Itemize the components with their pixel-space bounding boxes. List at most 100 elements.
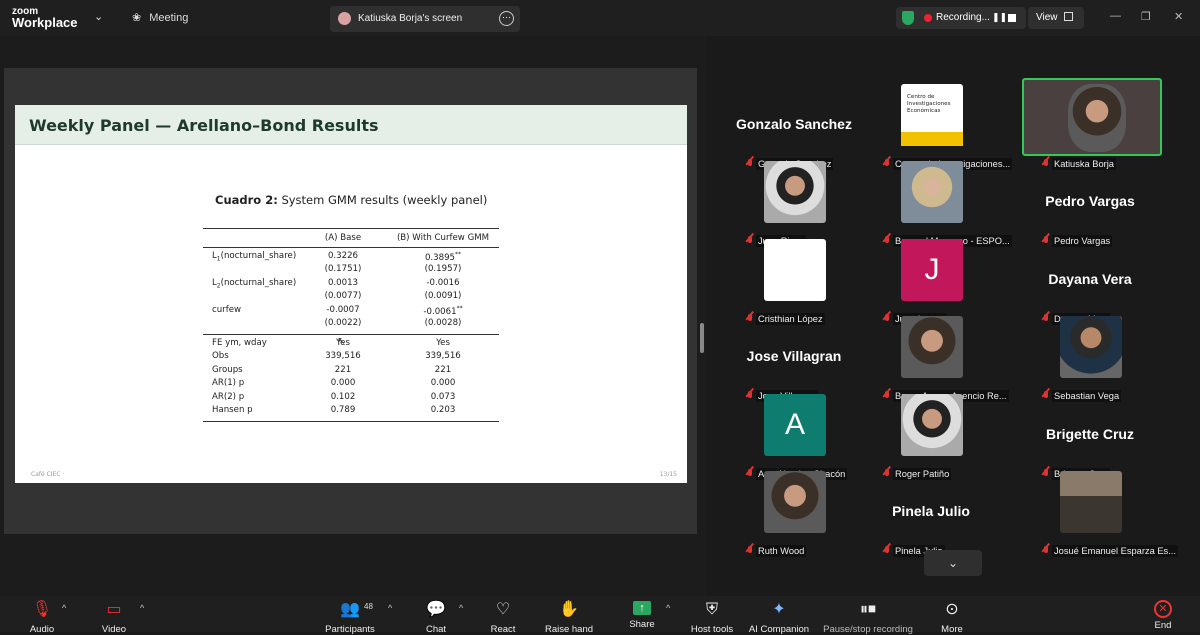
minimize-icon[interactable]: — bbox=[1110, 10, 1121, 22]
participant-tile[interactable]: Centro de Investigaciones EconómicasCent… bbox=[863, 84, 1013, 171]
video-options-caret-icon[interactable]: ^ bbox=[140, 603, 144, 613]
end-button[interactable]: ✕ End bbox=[1148, 596, 1178, 632]
video-button[interactable]: ▭ Video bbox=[94, 596, 134, 635]
participant-tile[interactable]: Bruno Aarom Asencio Re... bbox=[863, 316, 1009, 403]
mic-muted-icon bbox=[746, 314, 755, 325]
table-row: FE ym, wday Yes Yes bbox=[203, 337, 499, 351]
table-cell: 221 bbox=[434, 364, 452, 375]
table-cell: AR(2) p bbox=[212, 391, 245, 402]
participant-tile[interactable]: Juan Rizzo bbox=[726, 161, 862, 248]
share-button[interactable]: ↑ Share bbox=[624, 596, 660, 632]
table-cell: 0.000 bbox=[430, 378, 456, 388]
participant-video bbox=[764, 471, 826, 533]
participant-tile[interactable]: Katiuska Borja bbox=[1022, 78, 1162, 171]
table-cell: 339,516 bbox=[325, 351, 361, 361]
pause-stop-recording-button[interactable]: ⏸⏹ Pause/stop recording bbox=[820, 596, 916, 635]
logo-bar bbox=[901, 132, 963, 146]
video-label: Video bbox=[101, 624, 127, 635]
participant-tile[interactable]: Roger Patiño bbox=[863, 394, 999, 481]
chevron-down-icon[interactable]: ⌄ bbox=[94, 10, 103, 23]
chat-icon: 💬 bbox=[426, 601, 446, 618]
participant-tile[interactable]: Cristhian López bbox=[726, 239, 862, 326]
slide-header: Weekly Panel — Arellano–Bond Results bbox=[15, 105, 687, 145]
table-cell: -0.0007 bbox=[326, 304, 360, 315]
restore-icon[interactable]: ❐ bbox=[1141, 10, 1151, 23]
participant-tile[interactable]: JJuan Larrea bbox=[863, 239, 999, 326]
slide-footer-left: Café CIEC · bbox=[31, 471, 65, 478]
participant-count: 48 bbox=[364, 602, 373, 611]
share-screen-tab[interactable]: Katiuska Borja's screen ··· bbox=[330, 6, 520, 32]
share-arrow-icon: ↑ bbox=[633, 601, 651, 615]
participants-label: Participants bbox=[325, 624, 375, 635]
shield-icon bbox=[902, 11, 914, 25]
view-button[interactable]: View bbox=[1028, 7, 1084, 29]
mouse-cursor-icon: ↖ bbox=[337, 336, 346, 347]
table-cell: (0.1957) bbox=[424, 264, 462, 274]
table-cell: 339,516 bbox=[425, 351, 461, 361]
participant-tile[interactable]: Pedro Vargas Pedro Vargas bbox=[1022, 171, 1158, 248]
table-cell: (0.0091) bbox=[424, 291, 462, 301]
table-header-row: (A) Base (B) With Curfew GMM bbox=[203, 232, 499, 246]
ai-companion-button[interactable]: ✦ AI Companion bbox=[746, 596, 812, 635]
participant-tile[interactable]: Brigette CruzBrigette Cruz bbox=[1022, 404, 1158, 481]
host-tools-button[interactable]: ⛨ Host tools bbox=[686, 596, 738, 635]
audio-options-caret-icon[interactable]: ^ bbox=[62, 603, 66, 613]
stop-icon[interactable] bbox=[1008, 14, 1016, 22]
participant-tile[interactable]: Pinela Julio Pinela Julio bbox=[863, 481, 999, 558]
gallery-next-page-button[interactable]: ⌄ bbox=[924, 550, 982, 576]
more-options-icon[interactable]: ··· bbox=[499, 11, 514, 26]
table-row: L1(nocturnal_share) 0.3226 0.3895** bbox=[203, 250, 499, 264]
participant-video bbox=[901, 316, 963, 378]
caption-text: System GMM results (weekly panel) bbox=[281, 193, 488, 207]
chat-caret-icon[interactable]: ^ bbox=[459, 603, 463, 613]
pause-icon[interactable]: ❚❚ bbox=[992, 12, 1007, 23]
participant-display-name: Pedro Vargas bbox=[1045, 193, 1135, 209]
mic-muted-icon bbox=[1042, 469, 1051, 480]
participant-name-label: Sebastian Vega bbox=[1052, 390, 1122, 402]
table-cell: (0.0028) bbox=[424, 318, 462, 328]
react-button[interactable]: ♡ React bbox=[484, 596, 522, 635]
recording-indicator[interactable]: Recording... ❚❚ bbox=[896, 7, 1026, 29]
mic-muted-icon bbox=[1042, 314, 1051, 325]
meeting-menu[interactable]: ❀ Meeting bbox=[132, 11, 188, 24]
slide-title: Weekly Panel — Arellano–Bond Results bbox=[29, 116, 379, 135]
participant-tile[interactable]: Josué Emanuel Esparza Es... bbox=[1022, 471, 1178, 558]
participant-video bbox=[1060, 316, 1122, 378]
ciec-logo: Centro de Investigaciones Económicas bbox=[901, 84, 963, 146]
participants-caret-icon[interactable]: ^ bbox=[388, 603, 392, 613]
more-button[interactable]: ⊙ More bbox=[934, 596, 970, 635]
participant-tile[interactable]: Ruth Wood bbox=[726, 471, 862, 558]
raise-hand-button[interactable]: ✋ Raise hand bbox=[540, 596, 598, 635]
table-row: AR(2) p 0.102 0.073 bbox=[203, 391, 499, 405]
table-row: Hansen p 0.789 0.203 bbox=[203, 404, 499, 418]
table-cell: Obs bbox=[212, 351, 229, 361]
mic-muted-icon bbox=[1042, 236, 1051, 247]
share-caret-icon[interactable]: ^ bbox=[666, 603, 670, 613]
table-row: Groups 221 221 bbox=[203, 364, 499, 378]
meeting-label: Meeting bbox=[149, 12, 189, 24]
avatar bbox=[338, 12, 351, 25]
participant-tile[interactable]: Sebastian Vega bbox=[1022, 316, 1158, 403]
table-cell: 221 bbox=[334, 364, 352, 375]
participant-tile[interactable]: Jose VillagranJose Villagran bbox=[726, 326, 862, 403]
participant-name-label: Roger Patiño bbox=[893, 468, 952, 480]
participant-tile[interactable]: AAmy Narcisa Chacón bbox=[726, 394, 862, 481]
top-bar: zoom Workplace ⌄ ❀ Meeting Katiuska Borja… bbox=[0, 0, 1200, 36]
table-row: (0.1751) (0.1957) bbox=[203, 263, 499, 277]
audio-button[interactable]: 🎙 Audio bbox=[22, 596, 62, 635]
participant-tile[interactable]: Dayana VeraDayana Vera bbox=[1022, 249, 1158, 326]
close-icon[interactable]: ✕ bbox=[1174, 10, 1183, 23]
participant-tile[interactable]: Gonzalo SanchezGonzalo Sanchez bbox=[726, 94, 862, 171]
table-cell: AR(1) p bbox=[212, 378, 245, 388]
chat-button[interactable]: 💬 Chat bbox=[420, 596, 452, 635]
table-cell: 0.0013 bbox=[327, 277, 359, 288]
split-handle[interactable] bbox=[700, 323, 704, 353]
table-cell: L2(nocturnal_share) bbox=[212, 277, 297, 290]
grid-icon bbox=[1063, 12, 1073, 21]
table-cell: 0.3226 bbox=[327, 250, 359, 261]
participant-tile[interactable]: Bernard Moscoso - ESPO... bbox=[863, 161, 1012, 248]
mic-muted-icon bbox=[883, 546, 892, 557]
mic-muted-icon bbox=[883, 236, 892, 247]
participant-video bbox=[1060, 471, 1122, 533]
logo-bottom: Workplace bbox=[12, 15, 78, 30]
